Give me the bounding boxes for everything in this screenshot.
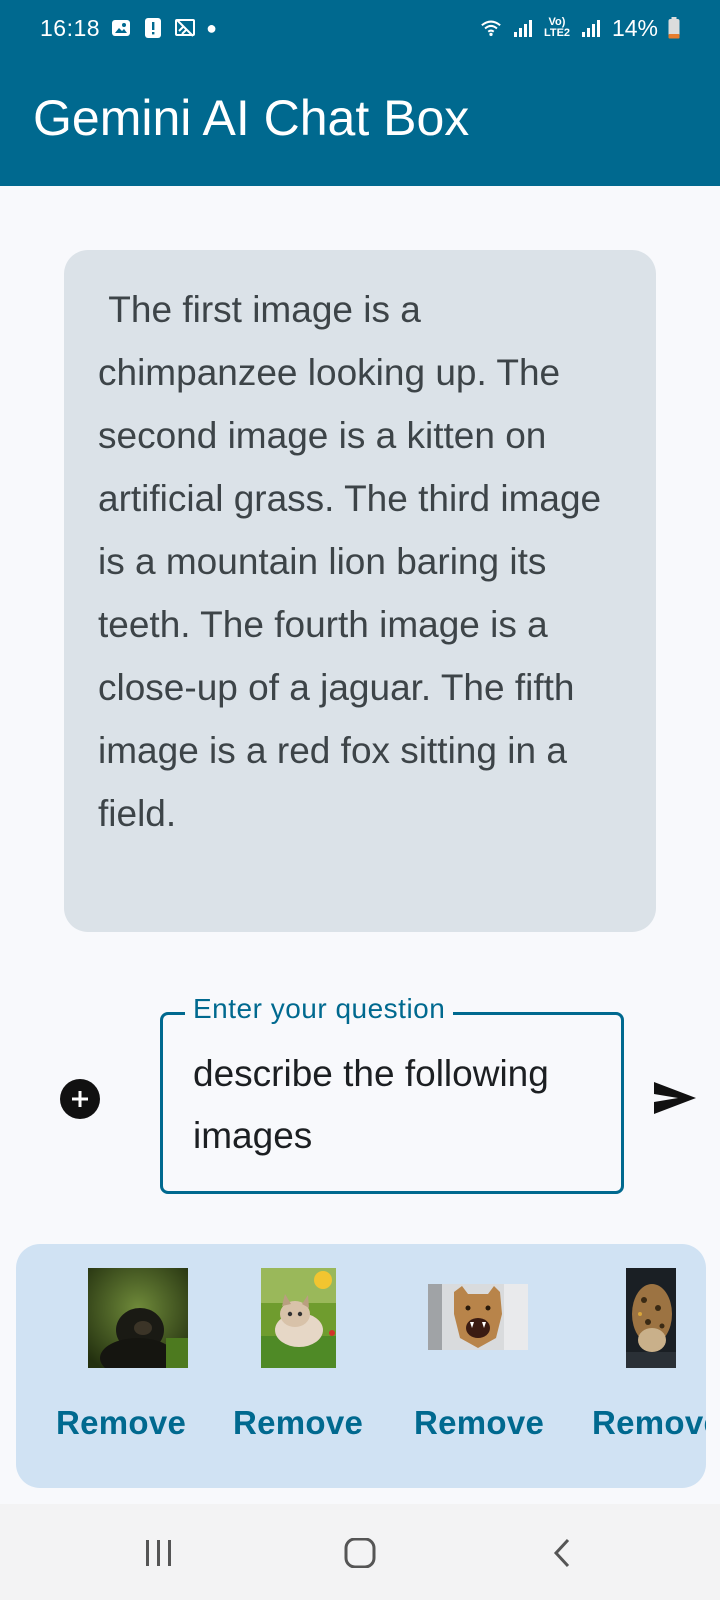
battery-percent: 14% bbox=[611, 14, 658, 41]
image-item: Remove bbox=[592, 1244, 706, 1488]
notification-dot: ● bbox=[206, 17, 217, 38]
battery-icon bbox=[668, 17, 680, 39]
image-thumbnail-jaguar bbox=[626, 1268, 676, 1368]
remove-button[interactable]: Remove bbox=[414, 1404, 544, 1442]
image-item: Remove bbox=[414, 1244, 544, 1488]
status-right: Vo) LTE2 14% bbox=[480, 15, 680, 42]
remove-button[interactable]: Remove bbox=[592, 1404, 706, 1442]
image-thumbnail-chimpanzee bbox=[88, 1268, 188, 1368]
gallery-icon bbox=[110, 17, 132, 39]
remove-button[interactable]: Remove bbox=[56, 1404, 186, 1442]
send-icon bbox=[654, 1082, 696, 1114]
question-input[interactable]: Enter your question describe the followi… bbox=[160, 993, 624, 1194]
image-thumbnail-mountain-lion bbox=[428, 1284, 528, 1350]
plus-icon bbox=[72, 1091, 88, 1107]
status-left: 16:18 ● bbox=[40, 15, 217, 42]
selected-images-strip[interactable]: Remove Remove Remove Remov bbox=[16, 1244, 706, 1488]
chat-response-text: The first image is a chimpanzee looking … bbox=[98, 289, 612, 834]
question-input-value[interactable]: describe the following images bbox=[193, 1043, 601, 1167]
add-image-button[interactable] bbox=[60, 1079, 100, 1119]
image-thumbnail-kitten bbox=[261, 1268, 336, 1368]
status-time: 16:18 bbox=[40, 14, 101, 41]
app-bar: Gemini AI Chat Box bbox=[0, 56, 720, 186]
wifi-icon bbox=[480, 17, 502, 39]
chat-response-bubble: The first image is a chimpanzee looking … bbox=[64, 250, 656, 932]
signal-icon bbox=[512, 17, 534, 39]
question-input-label: Enter your question bbox=[185, 993, 454, 1025]
network-label: Vo) LTE2 bbox=[543, 16, 571, 39]
image-item: Remove bbox=[56, 1244, 188, 1488]
app-title: Gemini AI Chat Box bbox=[33, 90, 470, 146]
system-nav-bar bbox=[0, 1504, 720, 1600]
remove-button[interactable]: Remove bbox=[233, 1404, 363, 1442]
recent-apps-icon[interactable] bbox=[142, 1538, 176, 1573]
status-bar: 16:18 ● Vo) LTE2 14% bbox=[0, 0, 720, 56]
back-icon[interactable] bbox=[548, 1538, 578, 1573]
signal-icon-2 bbox=[580, 17, 602, 39]
home-icon[interactable] bbox=[343, 1537, 377, 1573]
cast-off-icon bbox=[174, 17, 196, 39]
alert-icon bbox=[142, 17, 164, 39]
image-item: Remove bbox=[233, 1244, 363, 1488]
send-button[interactable] bbox=[652, 1078, 698, 1118]
